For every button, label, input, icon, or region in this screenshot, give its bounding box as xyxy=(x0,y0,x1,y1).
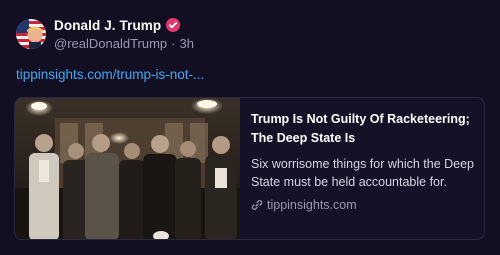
card-image xyxy=(15,98,240,239)
display-name-row: Donald J. Trump xyxy=(54,16,181,34)
card-text: Trump Is Not Guilty Of Racketeering; The… xyxy=(251,110,479,212)
verified-badge-icon xyxy=(166,18,181,32)
author-handle[interactable]: @realDonaldTrump xyxy=(54,36,167,51)
card-title[interactable]: Trump Is Not Guilty Of Racketeering; The… xyxy=(251,110,479,148)
card-domain-row: tippinsights.com xyxy=(251,198,479,212)
avatar[interactable] xyxy=(16,19,46,49)
display-name[interactable]: Donald J. Trump xyxy=(54,18,161,33)
post: Donald J. Trump @realDonaldTrump · 3h ti… xyxy=(0,0,500,255)
separator: · xyxy=(171,36,176,51)
post-link[interactable]: tippinsights.com/trump-is-not-... xyxy=(16,67,204,82)
flag-avatar-icon xyxy=(16,19,46,49)
card-domain: tippinsights.com xyxy=(267,198,357,212)
post-time[interactable]: 3h xyxy=(180,36,194,51)
card-description: Six worrisome things for which the Deep … xyxy=(251,157,475,189)
link-icon xyxy=(251,199,263,211)
handle-row: @realDonaldTrump · 3h xyxy=(54,36,194,51)
link-preview-card[interactable]: Trump Is Not Guilty Of Racketeering; The… xyxy=(14,97,485,240)
